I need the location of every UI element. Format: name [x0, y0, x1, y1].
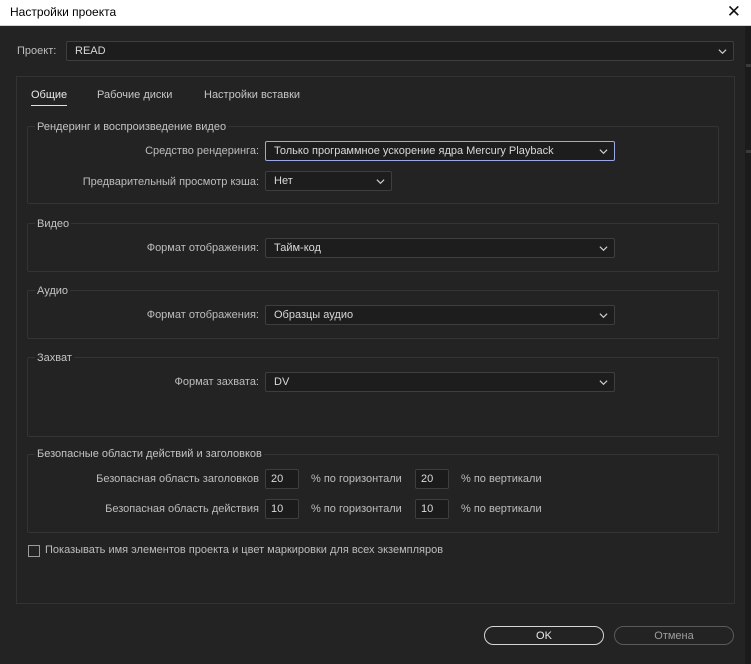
- capture-format-select[interactable]: DV: [265, 372, 615, 392]
- tab-general[interactable]: Общие: [31, 89, 68, 106]
- capture-group-title: Захват: [35, 352, 74, 364]
- project-select-value: READ: [75, 45, 106, 57]
- title-safe-label: Безопасная область заголовков: [96, 473, 259, 485]
- strip-mark: [746, 64, 751, 67]
- video-format-select[interactable]: Тайм-код: [265, 238, 615, 258]
- capture-group: [27, 357, 719, 437]
- audio-group-title: Аудио: [35, 285, 71, 297]
- video-format-label: Формат отображения:: [146, 242, 259, 254]
- vertical-unit-label: % по вертикали: [461, 473, 542, 485]
- capture-format-value: DV: [274, 376, 290, 388]
- safe-areas-group-title: Безопасные области действий и заголовков: [35, 448, 264, 460]
- safe-areas-group: [27, 454, 719, 533]
- render-group: [27, 126, 719, 204]
- renderer-select[interactable]: Только программное ускорение ядра Mercur…: [265, 141, 615, 161]
- video-group-title: Видео: [35, 218, 72, 230]
- action-safe-label: Безопасная область действия: [105, 503, 259, 515]
- chevron-down-icon: [376, 179, 385, 185]
- audio-format-select[interactable]: Образцы аудио: [265, 305, 615, 325]
- cache-preview-label: Предварительный просмотр кэша:: [82, 176, 259, 188]
- chevron-down-icon: [599, 313, 608, 319]
- video-format-value: Тайм-код: [274, 242, 321, 254]
- action-safe-vertical-input[interactable]: 10: [415, 499, 449, 519]
- cache-preview-value: Нет: [274, 175, 293, 187]
- ok-button[interactable]: OK: [484, 626, 604, 645]
- cancel-button[interactable]: Отмена: [614, 626, 734, 645]
- render-group-title: Рендеринг и воспроизведение видео: [35, 121, 229, 133]
- strip-mark: [746, 150, 751, 153]
- tab-ingest-settings[interactable]: Настройки вставки: [204, 89, 300, 101]
- cache-preview-select[interactable]: Нет: [265, 171, 392, 191]
- chevron-down-icon: [599, 246, 608, 252]
- tab-scratch-disks[interactable]: Рабочие диски: [97, 89, 172, 101]
- project-select[interactable]: READ: [66, 41, 734, 61]
- vertical-unit-label: % по вертикали: [461, 503, 542, 515]
- chevron-down-icon: [599, 149, 608, 155]
- show-names-checkbox[interactable]: [28, 545, 40, 557]
- project-label: Проект:: [17, 45, 57, 57]
- horizontal-unit-label: % по горизонтали: [311, 503, 402, 515]
- chevron-down-icon: [718, 49, 727, 55]
- window-title: Настройки проекта: [10, 5, 117, 19]
- close-icon[interactable]: ✕: [727, 2, 741, 22]
- renderer-label: Средство рендеринга:: [145, 145, 259, 157]
- capture-format-label: Формат захвата:: [174, 376, 259, 388]
- renderer-select-value: Только программное ускорение ядра Mercur…: [274, 145, 554, 157]
- title-safe-vertical-input[interactable]: 20: [415, 469, 449, 489]
- horizontal-unit-label: % по горизонтали: [311, 473, 402, 485]
- audio-format-value: Образцы аудио: [274, 309, 354, 321]
- show-names-label: Показывать имя элементов проекта и цвет …: [45, 544, 444, 556]
- chevron-down-icon: [599, 380, 608, 386]
- action-safe-horizontal-input[interactable]: 10: [265, 499, 299, 519]
- audio-format-label: Формат отображения:: [146, 309, 259, 321]
- title-safe-horizontal-input[interactable]: 20: [265, 469, 299, 489]
- background-strip: [745, 26, 751, 664]
- title-bar: Настройки проекта ✕: [0, 0, 751, 26]
